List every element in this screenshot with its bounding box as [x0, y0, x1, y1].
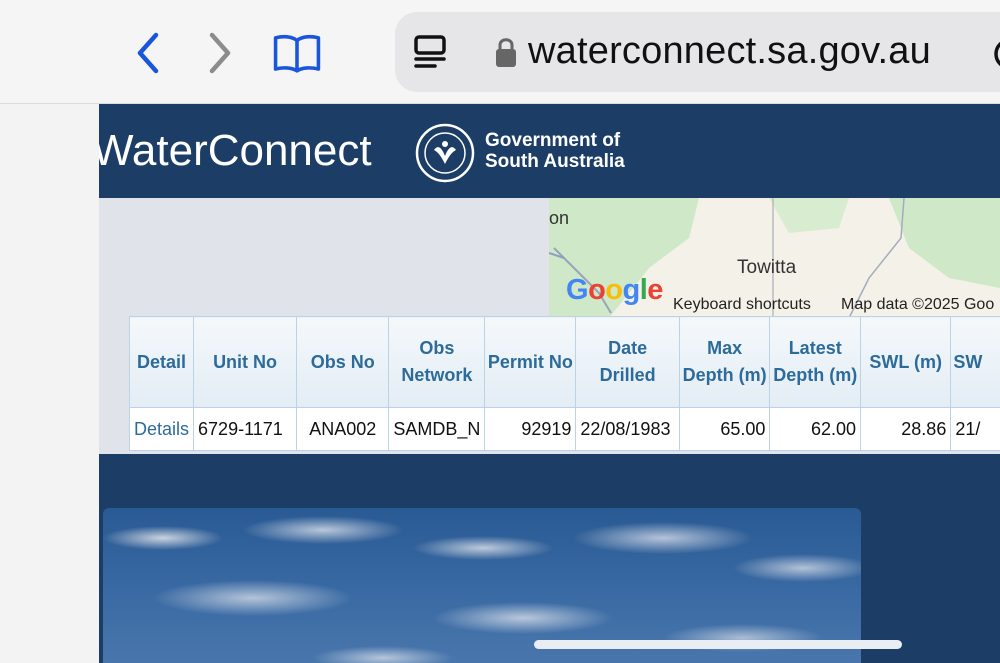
- back-button[interactable]: [122, 28, 172, 78]
- keyboard-shortcuts-link[interactable]: Keyboard shortcuts: [673, 296, 811, 314]
- column-header[interactable]: Unit No: [193, 316, 298, 408]
- map-panel[interactable]: on Towitta Google Keyboard shortcuts Map…: [549, 198, 1000, 318]
- table-cell: 62.00: [769, 407, 862, 451]
- table-cell: 21/: [950, 407, 1000, 451]
- column-header[interactable]: Max Depth (m): [678, 316, 771, 408]
- table-header-row: Detail Unit No Obs No Obs Network Permit…: [129, 316, 1000, 408]
- bookmarks-icon: [273, 34, 321, 73]
- table-cell: 92919: [484, 407, 577, 451]
- map-data-attribution[interactable]: Map data ©2025 Goo: [841, 296, 994, 314]
- government-line-2: South Australia: [485, 151, 625, 172]
- google-logo: Google: [566, 274, 663, 306]
- more-icon[interactable]: [990, 36, 1000, 76]
- home-indicator[interactable]: [534, 640, 902, 649]
- table-cell: ANA002: [296, 407, 390, 451]
- table-cell: 28.86: [860, 407, 952, 451]
- forward-button[interactable]: [196, 28, 246, 78]
- back-icon: [137, 32, 159, 74]
- column-header[interactable]: Obs No: [296, 316, 390, 408]
- column-header[interactable]: Date Drilled: [575, 316, 680, 408]
- column-header[interactable]: Latest Depth (m): [769, 316, 862, 408]
- browser-toolbar: waterconnect.sa.gov.au: [0, 0, 1000, 104]
- url-text[interactable]: waterconnect.sa.gov.au: [528, 30, 931, 73]
- column-header[interactable]: SWL (m): [860, 316, 952, 408]
- bookmarks-button[interactable]: [272, 28, 322, 78]
- lock-icon: [496, 38, 516, 67]
- table-cell: SAMDB_N: [388, 407, 486, 451]
- table-cell: 22/08/1983: [575, 407, 680, 451]
- column-header[interactable]: Detail: [129, 316, 195, 408]
- site-content: WaterConnect Government of South Austral…: [99, 104, 1000, 663]
- table-row: Details 6729-1171 ANA002 SAMDB_N 92919 2…: [129, 407, 1000, 451]
- site-brand[interactable]: WaterConnect: [99, 126, 372, 176]
- government-line-1: Government of: [485, 130, 621, 151]
- left-pane: [0, 104, 99, 663]
- address-bar[interactable]: waterconnect.sa.gov.au: [395, 12, 1000, 92]
- column-header[interactable]: Obs Network: [388, 316, 486, 408]
- reader-icon[interactable]: [413, 34, 449, 70]
- column-header[interactable]: Permit No: [484, 316, 577, 408]
- government-crest-icon: [415, 123, 475, 183]
- table-cell: 65.00: [678, 407, 771, 451]
- map-label-fragment: on: [549, 208, 570, 228]
- bore-table: Detail Unit No Obs No Obs Network Permit…: [129, 316, 1000, 454]
- details-link[interactable]: Details: [129, 407, 195, 451]
- table-cell: 6729-1171: [193, 407, 298, 451]
- map-town-label: Towitta: [737, 257, 797, 278]
- government-text: Government of South Australia: [485, 130, 625, 172]
- forward-icon: [209, 32, 231, 74]
- column-header[interactable]: SW: [950, 316, 1000, 408]
